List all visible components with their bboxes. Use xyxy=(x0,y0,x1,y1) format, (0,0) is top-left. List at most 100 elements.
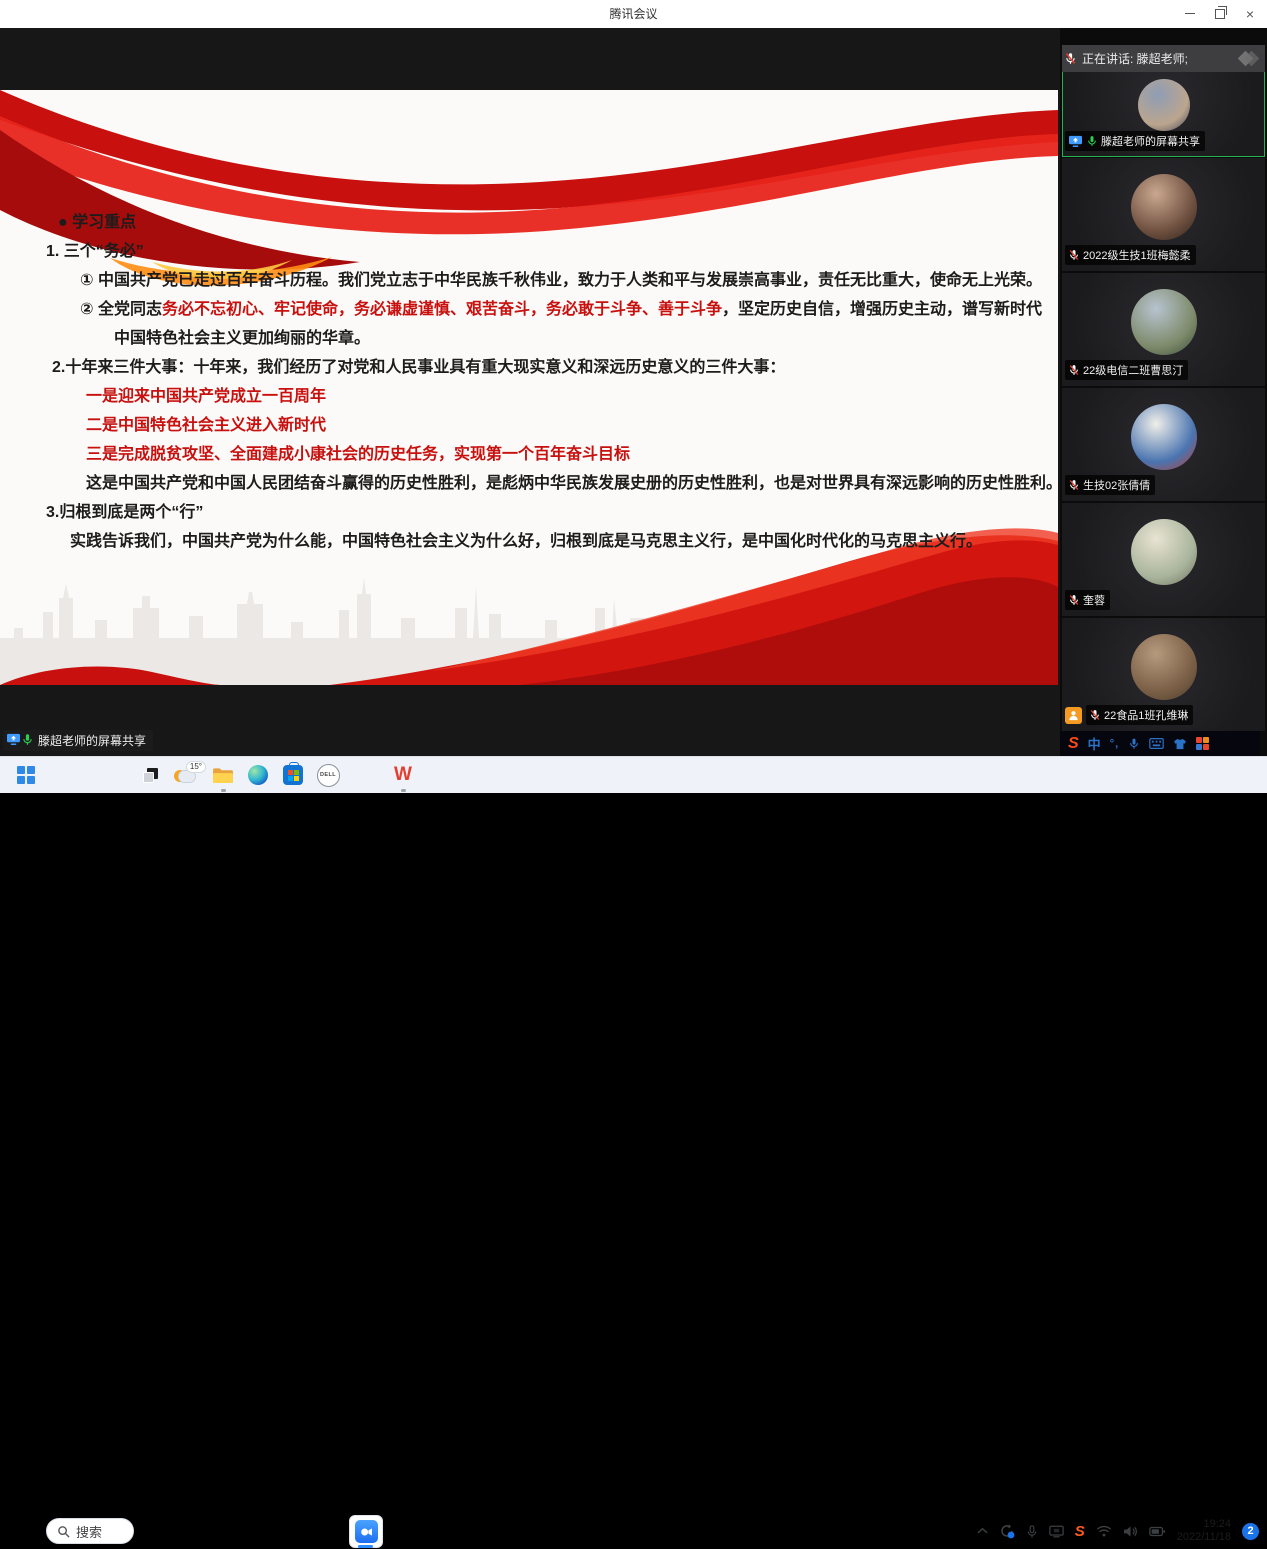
dell-app-button[interactable]: DELL xyxy=(315,757,341,793)
share-pill-icons xyxy=(6,733,34,749)
weather-temperature: 15° xyxy=(186,761,206,773)
mic-muted-icon xyxy=(1064,52,1077,65)
microsoft-store-icon xyxy=(283,765,303,785)
participant-tile[interactable]: 2022级生技1班梅懿柔 xyxy=(1062,158,1265,271)
slide-text-line: 中国特色社会主义更加绚丽的华章。 xyxy=(46,324,1051,353)
share-pill-label: 滕超老师的屏幕共享 xyxy=(38,732,146,749)
taskbar-clock[interactable]: 19:24 2022/11/18 xyxy=(1177,1518,1231,1544)
mic-muted-icon xyxy=(1068,249,1080,261)
restore-button[interactable] xyxy=(1205,0,1235,27)
wps-office-button[interactable]: W xyxy=(390,757,416,793)
windows-taskbar: 搜索 15° DELL W xyxy=(0,756,1267,793)
close-button[interactable]: × xyxy=(1235,0,1265,27)
mic-muted-icon xyxy=(1089,709,1101,721)
screen-share-icon xyxy=(6,733,21,746)
participant-name-label: 滕超老师的屏幕共享 xyxy=(1065,131,1205,151)
participant-avatar xyxy=(1131,404,1197,470)
mic-muted-icon xyxy=(1068,594,1080,606)
participant-name-label: 奎蓉 xyxy=(1065,590,1110,610)
sogou-tray-icon[interactable]: S xyxy=(1075,1523,1085,1540)
windows-logo-icon xyxy=(17,766,35,784)
file-explorer-button[interactable] xyxy=(210,757,236,793)
cast-screen-icon[interactable] xyxy=(1049,1525,1064,1538)
microsoft-store-button[interactable] xyxy=(280,757,306,793)
punctuation-icon[interactable]: °, xyxy=(1110,738,1119,750)
participant-avatar xyxy=(1131,519,1197,585)
battery-icon[interactable] xyxy=(1149,1526,1166,1537)
sync-status-icon[interactable] xyxy=(999,1523,1015,1539)
notification-badge[interactable]: 2 xyxy=(1242,1523,1259,1540)
participant-name-label: 生技02张倩倩 xyxy=(1065,475,1155,495)
slide-text-line: 这是中国共产党和中国人民团结奋斗赢得的历史性胜利，是彪炳中华民族发展史册的历史性… xyxy=(46,469,1051,498)
window-title: 腾讯会议 xyxy=(0,0,1267,28)
weather-cloud-icon: 15° xyxy=(174,767,200,783)
shared-screen-stage: ● 学习重点1. 三个“务必”① 中国共产党已走过百年奋斗历程。我们党立志于中华… xyxy=(0,28,1060,756)
clock-time: 19:24 xyxy=(1177,1518,1231,1531)
weather-widget[interactable]: 15° xyxy=(168,757,206,793)
participant-avatar xyxy=(1131,289,1197,355)
participant-tile[interactable]: 22级电信二班曹思汀 xyxy=(1062,273,1265,386)
voice-input-icon[interactable] xyxy=(1128,737,1140,750)
taskbar-search-input[interactable]: 搜索 xyxy=(46,1518,134,1544)
participant-tile[interactable]: 正在讲话: 滕超老师; 滕超老师的屏幕共享 xyxy=(1062,45,1265,157)
volume-icon[interactable] xyxy=(1123,1525,1138,1538)
mic-muted-icon xyxy=(1068,479,1080,491)
sogou-ime-bar: S 中 °, xyxy=(1060,731,1260,756)
slide-text-line: 1. 三个“务必” xyxy=(46,237,1051,266)
slide-text-line: 3.归根到底是两个“行” xyxy=(46,498,1051,527)
wifi-icon[interactable] xyxy=(1096,1525,1112,1537)
file-explorer-icon xyxy=(212,766,234,784)
person-icon xyxy=(1068,710,1079,721)
raised-hand-badge xyxy=(1065,707,1082,724)
search-icon xyxy=(57,1525,70,1538)
tencent-meeting-taskbar-button[interactable] xyxy=(349,1515,383,1548)
participant-tile[interactable]: 奎蓉 xyxy=(1062,503,1265,616)
shared-screen-slide: ● 学习重点1. 三个“务必”① 中国共产党已走过百年奋斗历程。我们党立志于中华… xyxy=(0,90,1058,685)
slide-text-line: 2.十年来三件大事：十年来，我们经历了对党和人民事业具有重大现实意义和深远历史意… xyxy=(46,353,1051,382)
slide-text-line: 一是迎来中国共产党成立一百周年 xyxy=(46,382,1051,411)
participant-avatar xyxy=(1138,79,1190,131)
clock-date: 2022/11/18 xyxy=(1177,1531,1231,1544)
tencent-meeting-icon xyxy=(355,1520,378,1543)
window-titlebar: 腾讯会议 × xyxy=(0,0,1267,29)
slide-text-line: 实践告诉我们，中国共产党为什么能，中国特色社会主义为什么好，归根到底是马克思主义… xyxy=(46,527,1051,556)
slide-text-line: ② 全党同志务必不忘初心、牢记使命，务必谦虚谨慎、艰苦奋斗，务必敢于斗争、善于斗… xyxy=(46,295,1051,324)
task-view-icon xyxy=(143,768,158,783)
speaking-banner: 正在讲话: 滕超老师; xyxy=(1062,45,1265,72)
participant-tile[interactable]: 22食品1班孔维琳 xyxy=(1062,618,1265,731)
slide-text-block: ● 学习重点1. 三个“务必”① 中国共产党已走过百年奋斗历程。我们党立志于中华… xyxy=(46,208,1051,556)
wps-icon: W xyxy=(394,764,412,786)
start-button[interactable] xyxy=(12,757,40,793)
meeting-watermark-logo xyxy=(1240,53,1257,64)
participant-tile[interactable]: 生技02张倩倩 xyxy=(1062,388,1265,501)
edge-browser-button[interactable] xyxy=(245,757,271,793)
sogou-logo-icon[interactable]: S xyxy=(1068,735,1079,753)
speaking-label: 正在讲话: 滕超老师; xyxy=(1082,50,1235,67)
screen-share-status-pill: 滕超老师的屏幕共享 xyxy=(3,730,153,751)
microphone-tray-icon[interactable] xyxy=(1026,1524,1038,1539)
mic-on-icon xyxy=(21,733,34,746)
edge-icon xyxy=(248,765,268,785)
participants-sidebar: 正在讲话: 滕超老师; 滕超老师的屏幕共享 2022级生技1班梅懿柔 22级电信二班曹… xyxy=(1060,28,1267,756)
minimize-icon xyxy=(1185,13,1195,14)
slide-text-line: ① 中国共产党已走过百年奋斗历程。我们党立志于中华民族千秋伟业，致力于人类和平与… xyxy=(46,266,1051,295)
skin-icon[interactable] xyxy=(1173,738,1187,750)
tencent-meeting-window: 腾讯会议 × ● 学习重点1. 三个“务必” xyxy=(0,0,1267,792)
toolbox-icon[interactable] xyxy=(1196,737,1209,750)
slide-text-line: 三是完成脱贫攻坚、全面建成小康社会的历史任务，实现第一个百年奋斗目标 xyxy=(46,440,1051,469)
active-app-indicator xyxy=(358,1545,373,1548)
participant-avatar xyxy=(1131,174,1197,240)
participant-name-label: 22食品1班孔维琳 xyxy=(1086,705,1193,725)
soft-keyboard-icon[interactable] xyxy=(1149,738,1164,749)
dell-logo-icon: DELL xyxy=(317,764,340,787)
search-label: 搜索 xyxy=(76,1522,102,1541)
task-view-button[interactable] xyxy=(138,757,162,793)
minimize-button[interactable] xyxy=(1175,0,1205,27)
chinese-mode-icon[interactable]: 中 xyxy=(1088,734,1101,753)
hidden-icons-chevron[interactable] xyxy=(977,1527,988,1535)
screen-share-icon xyxy=(1068,135,1083,148)
participant-avatar xyxy=(1131,634,1197,700)
participant-name-label: 2022级生技1班梅懿柔 xyxy=(1065,245,1196,265)
system-tray: S 19:24 2022/11/18 2 xyxy=(977,1513,1259,1549)
restore-icon xyxy=(1215,9,1225,19)
